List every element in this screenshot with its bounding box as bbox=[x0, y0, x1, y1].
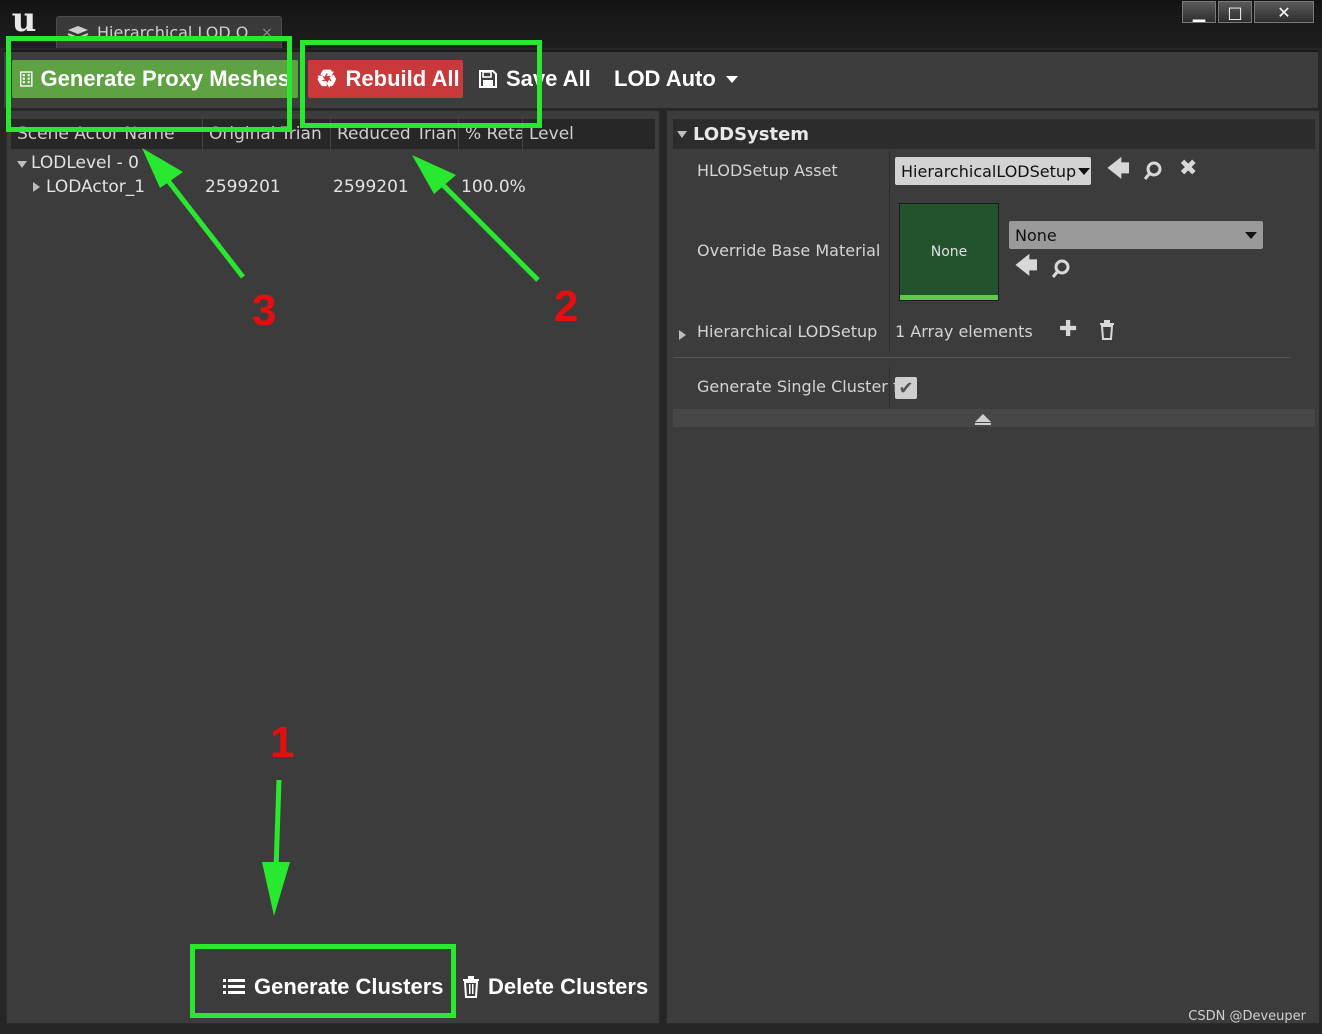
arrow-1-shaft bbox=[273, 779, 282, 871]
annotation-number-1: 1 bbox=[270, 718, 295, 767]
arrow-3-head bbox=[142, 148, 183, 188]
annotation-arrows bbox=[142, 148, 540, 916]
annotation-number-3: 3 bbox=[252, 286, 277, 335]
watermark: CSDN @Deveuper bbox=[1188, 1009, 1306, 1024]
arrow-1-head bbox=[262, 862, 290, 916]
annotation-number-2: 2 bbox=[554, 282, 579, 331]
arrow-2-shaft bbox=[438, 180, 540, 282]
arrow-3-shaft bbox=[164, 176, 245, 279]
